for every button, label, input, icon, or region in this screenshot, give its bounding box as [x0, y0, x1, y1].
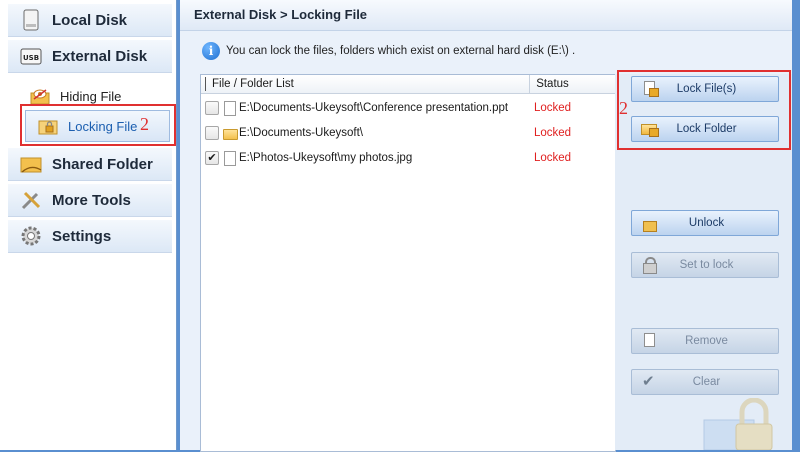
info-icon: i: [202, 42, 220, 60]
status-locked: Locked: [534, 152, 572, 164]
status-locked: Locked: [534, 127, 572, 139]
gear-icon: [20, 225, 42, 247]
action-panel: 2 Lock File(s) Lock Folder Unlock Set to…: [615, 70, 792, 450]
table-row[interactable]: ✔ E:\Photos-Ukeysoft\my photos.jpg Locke…: [201, 147, 615, 169]
checkmark-icon: ✔: [642, 373, 655, 390]
row-checkbox-checked[interactable]: ✔: [205, 151, 219, 165]
row-checkbox[interactable]: [205, 126, 219, 140]
unlock-icon: [641, 215, 659, 232]
nav-shared-folder[interactable]: Shared Folder: [8, 148, 172, 181]
nav-label: Shared Folder: [52, 155, 153, 173]
unlock-button[interactable]: Unlock: [631, 210, 779, 236]
folder-icon: [223, 126, 238, 140]
shared-folder-icon: [20, 153, 42, 175]
file-path: E:\Photos-Ukeysoft\my photos.jpg: [239, 152, 413, 164]
main-panel: External Disk > Locking File i You can l…: [180, 0, 792, 452]
table-row[interactable]: E:\Documents-Ukeysoft\Conference present…: [201, 97, 615, 119]
annotation-box: [20, 104, 176, 146]
lock-watermark-icon: [703, 398, 773, 450]
nav-settings[interactable]: Settings: [8, 220, 172, 253]
usb-drive-icon: USB: [20, 45, 42, 67]
set-to-lock-button[interactable]: Set to lock: [631, 252, 779, 278]
file-list[interactable]: File / Folder List Status E:\Documents-U…: [200, 74, 616, 452]
file-icon: [223, 101, 236, 116]
lock-file-icon: [641, 81, 659, 97]
nav-label: External Disk: [52, 47, 148, 65]
file-path: E:\Documents-Ukeysoft\Conference present…: [239, 102, 509, 114]
tools-icon: [20, 189, 42, 211]
annotation-number: 2: [140, 114, 149, 134]
row-checkbox[interactable]: [205, 101, 219, 115]
file-icon: [223, 151, 236, 166]
nav-external-disk[interactable]: USB External Disk: [8, 40, 172, 73]
table-row[interactable]: E:\Documents-Ukeysoft\ Locked: [201, 122, 615, 144]
lock-icon: [641, 257, 659, 274]
remove-icon: [641, 333, 659, 349]
nav-label: More Tools: [52, 191, 131, 209]
nav-local-disk[interactable]: Local Disk: [8, 4, 172, 37]
lock-folder-icon: [641, 121, 659, 137]
breadcrumb: External Disk > Locking File: [180, 0, 792, 31]
list-header: File / Folder List Status: [201, 75, 615, 94]
nav-more-tools[interactable]: More Tools: [8, 184, 172, 217]
info-message: i You can lock the files, folders which …: [202, 40, 575, 62]
svg-text:USB: USB: [23, 54, 39, 62]
nav-sub-label: Hiding File: [60, 88, 122, 104]
clear-button[interactable]: ✔ Clear: [631, 369, 779, 395]
column-header-status[interactable]: Status: [529, 75, 615, 93]
local-disk-icon: [20, 9, 42, 31]
nav-label: Local Disk: [52, 11, 128, 29]
annotation-number: 2: [619, 98, 628, 118]
lock-files-button[interactable]: Lock File(s): [631, 76, 779, 102]
info-text: You can lock the files, folders which ex…: [226, 45, 576, 57]
lock-folder-button[interactable]: Lock Folder: [631, 116, 779, 142]
nav-label: Settings: [52, 227, 112, 245]
hide-file-icon: [30, 87, 50, 105]
sidebar: Local Disk USB External Disk Hiding File…: [0, 0, 177, 450]
column-header-file[interactable]: File / Folder List: [205, 77, 529, 91]
remove-button[interactable]: Remove: [631, 328, 779, 354]
file-path: E:\Documents-Ukeysoft\: [239, 127, 363, 139]
status-locked: Locked: [534, 102, 572, 114]
